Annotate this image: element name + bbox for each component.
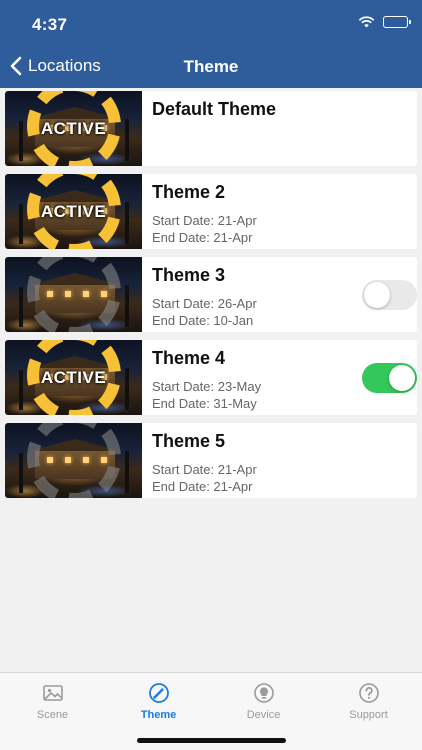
active-badge: ACTIVE <box>40 201 107 221</box>
status-icons <box>358 16 411 28</box>
theme-thumbnail <box>5 423 142 498</box>
chevron-left-icon <box>10 56 22 76</box>
tab-device[interactable]: Device <box>211 681 316 721</box>
active-badge: ACTIVE <box>40 367 107 387</box>
tab-label: Support <box>349 709 388 721</box>
theme-card[interactable]: ACTIVE Theme 4 Start Date: 23-May End Da… <box>5 340 417 415</box>
tab-label: Theme <box>140 709 177 721</box>
tab-theme[interactable]: Theme <box>106 681 211 721</box>
brush-icon <box>148 683 169 703</box>
theme-name: Theme 3 <box>152 265 226 285</box>
wifi-icon <box>358 16 375 28</box>
question-icon <box>358 683 379 703</box>
theme-list: ACTIVE Default Theme ACTIVE Theme 2 Star… <box>5 91 417 506</box>
theme-card[interactable]: Theme 5 Start Date: 21-Apr End Date: 21-… <box>5 423 417 498</box>
back-button[interactable]: Locations <box>10 56 101 76</box>
image-icon <box>42 685 63 701</box>
tab-label: Device <box>246 709 281 721</box>
start-date: Start Date: 21-Apr <box>152 462 257 477</box>
start-date: Start Date: 23-May <box>152 379 262 394</box>
theme-toggle[interactable] <box>362 280 417 310</box>
theme-thumbnail <box>5 257 142 332</box>
theme-toggle[interactable] <box>362 363 417 393</box>
theme-thumbnail: ACTIVE <box>5 91 142 166</box>
tab-scene[interactable]: Scene <box>0 681 105 721</box>
tab-support[interactable]: Support <box>316 681 421 721</box>
home-indicator <box>137 738 286 743</box>
theme-thumbnail: ACTIVE <box>5 174 142 249</box>
status-time: 4:37 <box>32 15 68 34</box>
end-date: End Date: 21-Apr <box>152 230 253 245</box>
theme-card[interactable]: Theme 3 Start Date: 26-Apr End Date: 10-… <box>5 257 417 332</box>
theme-name: Theme 2 <box>152 182 226 202</box>
status-ring <box>27 423 121 498</box>
start-date: Start Date: 21-Apr <box>152 213 257 228</box>
end-date: End Date: 10-Jan <box>152 313 254 328</box>
start-date: Start Date: 26-Apr <box>152 296 257 311</box>
theme-thumbnail: ACTIVE <box>5 340 142 415</box>
back-label: Locations <box>28 56 101 75</box>
end-date: End Date: 21-Apr <box>152 479 253 494</box>
theme-name: Theme 5 <box>152 431 226 451</box>
status-ring <box>27 257 121 332</box>
theme-name: Theme 4 <box>152 348 226 368</box>
battery-icon <box>383 16 411 28</box>
theme-card[interactable]: ACTIVE Default Theme <box>5 91 417 166</box>
tab-label: Scene <box>36 709 69 721</box>
theme-card[interactable]: ACTIVE Theme 2 Start Date: 21-Apr End Da… <box>5 174 417 249</box>
theme-name: Default Theme <box>152 99 277 119</box>
bulb-icon <box>253 683 274 703</box>
active-badge: ACTIVE <box>40 118 107 138</box>
end-date: End Date: 31-May <box>152 396 257 411</box>
nav-bar: 4:37 Locations Theme <box>0 0 422 88</box>
